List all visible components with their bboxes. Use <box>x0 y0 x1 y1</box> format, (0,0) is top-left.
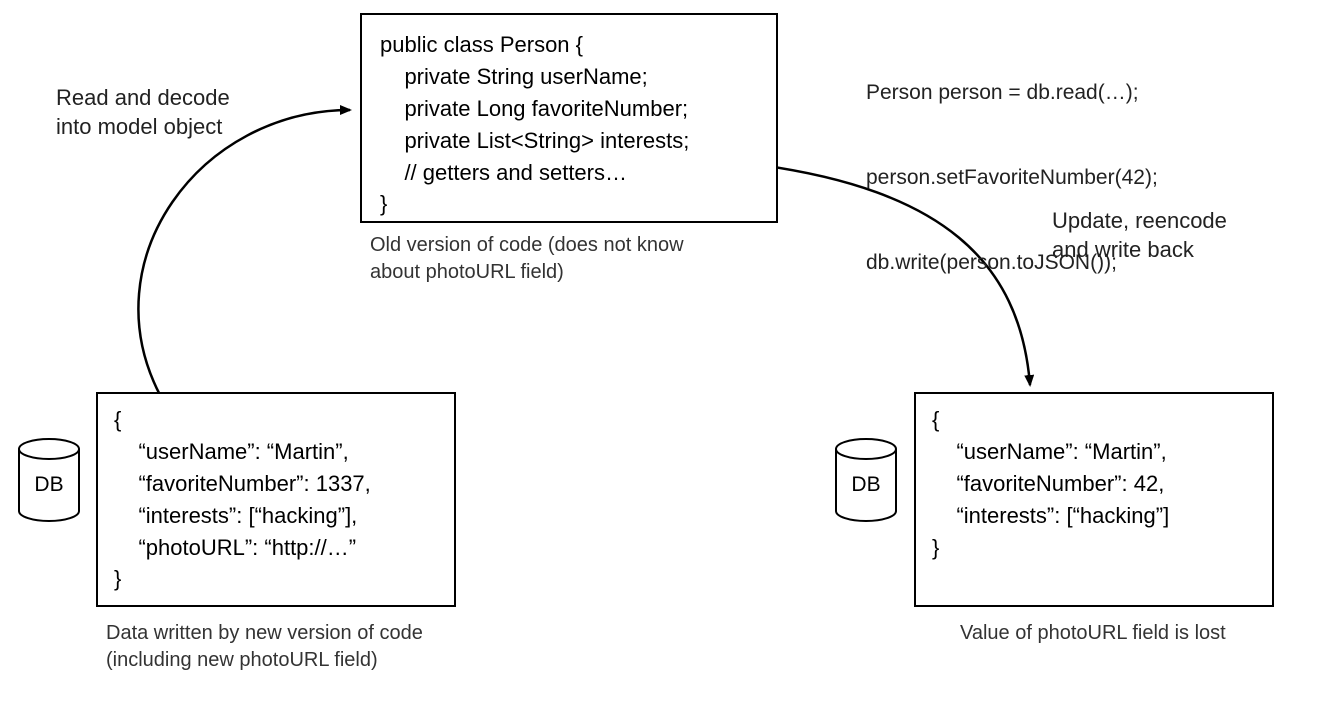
caption-code-box: Old version of code (does not know about… <box>370 232 684 286</box>
snippet-line: person.setFavoriteNumber(42); <box>866 164 1158 192</box>
code-line: private String userName; <box>380 61 758 93</box>
json-box-right: { “userName”: “Martin”, “favoriteNumber”… <box>914 392 1274 607</box>
json-line: “favoriteNumber”: 42, <box>932 468 1256 500</box>
code-box: public class Person { private String use… <box>360 13 778 223</box>
code-line: } <box>380 188 758 220</box>
db-icon-left: DB <box>14 437 84 530</box>
label-update-write: Update, reencode and write back <box>1052 207 1227 264</box>
code-line: // getters and setters… <box>380 157 758 189</box>
json-line: “interests”: [“hacking”] <box>932 500 1256 532</box>
code-line: private Long favoriteNumber; <box>380 93 758 125</box>
snippet-line: Person person = db.read(…); <box>866 79 1158 107</box>
snippet-block: Person person = db.read(…); person.setFa… <box>866 22 1158 334</box>
caption-json-left: Data written by new version of code (inc… <box>106 620 423 674</box>
code-line: private List<String> interests; <box>380 125 758 157</box>
json-line: } <box>114 563 438 595</box>
json-line: “favoriteNumber”: 1337, <box>114 468 438 500</box>
json-box-left: { “userName”: “Martin”, “favoriteNumber”… <box>96 392 456 607</box>
json-line: “userName”: “Martin”, <box>932 436 1256 468</box>
label-read-decode: Read and decode into model object <box>56 84 230 141</box>
code-line: public class Person { <box>380 29 758 61</box>
json-line: { <box>932 404 1256 436</box>
json-line: “interests”: [“hacking”], <box>114 500 438 532</box>
db-icon-right: DB <box>831 437 901 530</box>
json-line: “photoURL”: “http://…” <box>114 532 438 564</box>
db-label-text: DB <box>851 473 880 496</box>
caption-json-right: Value of photoURL field is lost <box>960 620 1226 647</box>
db-label-text: DB <box>34 473 63 496</box>
json-line: “userName”: “Martin”, <box>114 436 438 468</box>
json-line: } <box>932 532 1256 564</box>
json-line: { <box>114 404 438 436</box>
diagram-stage: Read and decode into model object public… <box>0 0 1336 724</box>
